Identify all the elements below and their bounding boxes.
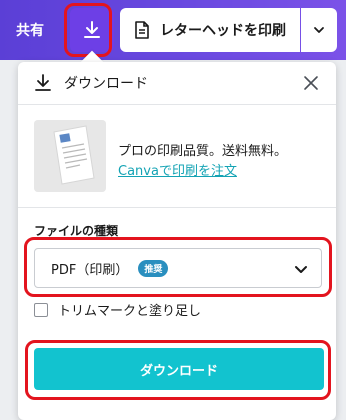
download-icon-button[interactable] bbox=[70, 8, 114, 52]
panel-divider bbox=[18, 104, 336, 105]
print-options-dropdown[interactable] bbox=[301, 8, 337, 52]
trim-marks-label: トリムマークと塗り足し bbox=[58, 304, 202, 319]
recommended-badge: 推奨 bbox=[138, 259, 169, 277]
print-promo-image bbox=[34, 120, 106, 192]
editor-topbar: 共有 レターヘッドを印刷 bbox=[0, 0, 346, 60]
panel-header: ダウンロード bbox=[18, 62, 336, 102]
download-icon bbox=[35, 74, 51, 91]
download-button[interactable]: ダウンロード bbox=[34, 348, 324, 390]
download-icon bbox=[84, 21, 100, 38]
download-panel: ダウンロード プロの印刷品質。送料無料。 Canvaで印刷を注文 ファイルの種類… bbox=[18, 62, 336, 420]
trim-marks-row[interactable]: トリムマークと塗り足し bbox=[34, 300, 201, 319]
file-type-select[interactable]: PDF（印刷） 推奨 bbox=[34, 248, 322, 288]
trim-marks-checkbox[interactable] bbox=[34, 302, 48, 317]
promo-text: プロの印刷品質。送料無料。 bbox=[118, 144, 288, 159]
panel-title: ダウンロード bbox=[64, 76, 148, 92]
file-type-value: PDF（印刷） bbox=[51, 262, 129, 278]
print-order-link[interactable]: Canvaで印刷を注文 bbox=[118, 160, 237, 179]
file-type-label: ファイルの種類 bbox=[34, 224, 119, 238]
chevron-down-icon bbox=[295, 266, 307, 273]
print-letterhead-label: レターヘッドを印刷 bbox=[160, 23, 286, 39]
share-button[interactable]: 共有 bbox=[0, 8, 60, 52]
close-icon[interactable] bbox=[300, 72, 322, 94]
document-icon bbox=[135, 21, 149, 39]
print-letterhead-button[interactable]: レターヘッドを印刷 bbox=[120, 8, 300, 52]
chevron-down-icon bbox=[314, 27, 324, 33]
section-divider bbox=[18, 207, 336, 208]
